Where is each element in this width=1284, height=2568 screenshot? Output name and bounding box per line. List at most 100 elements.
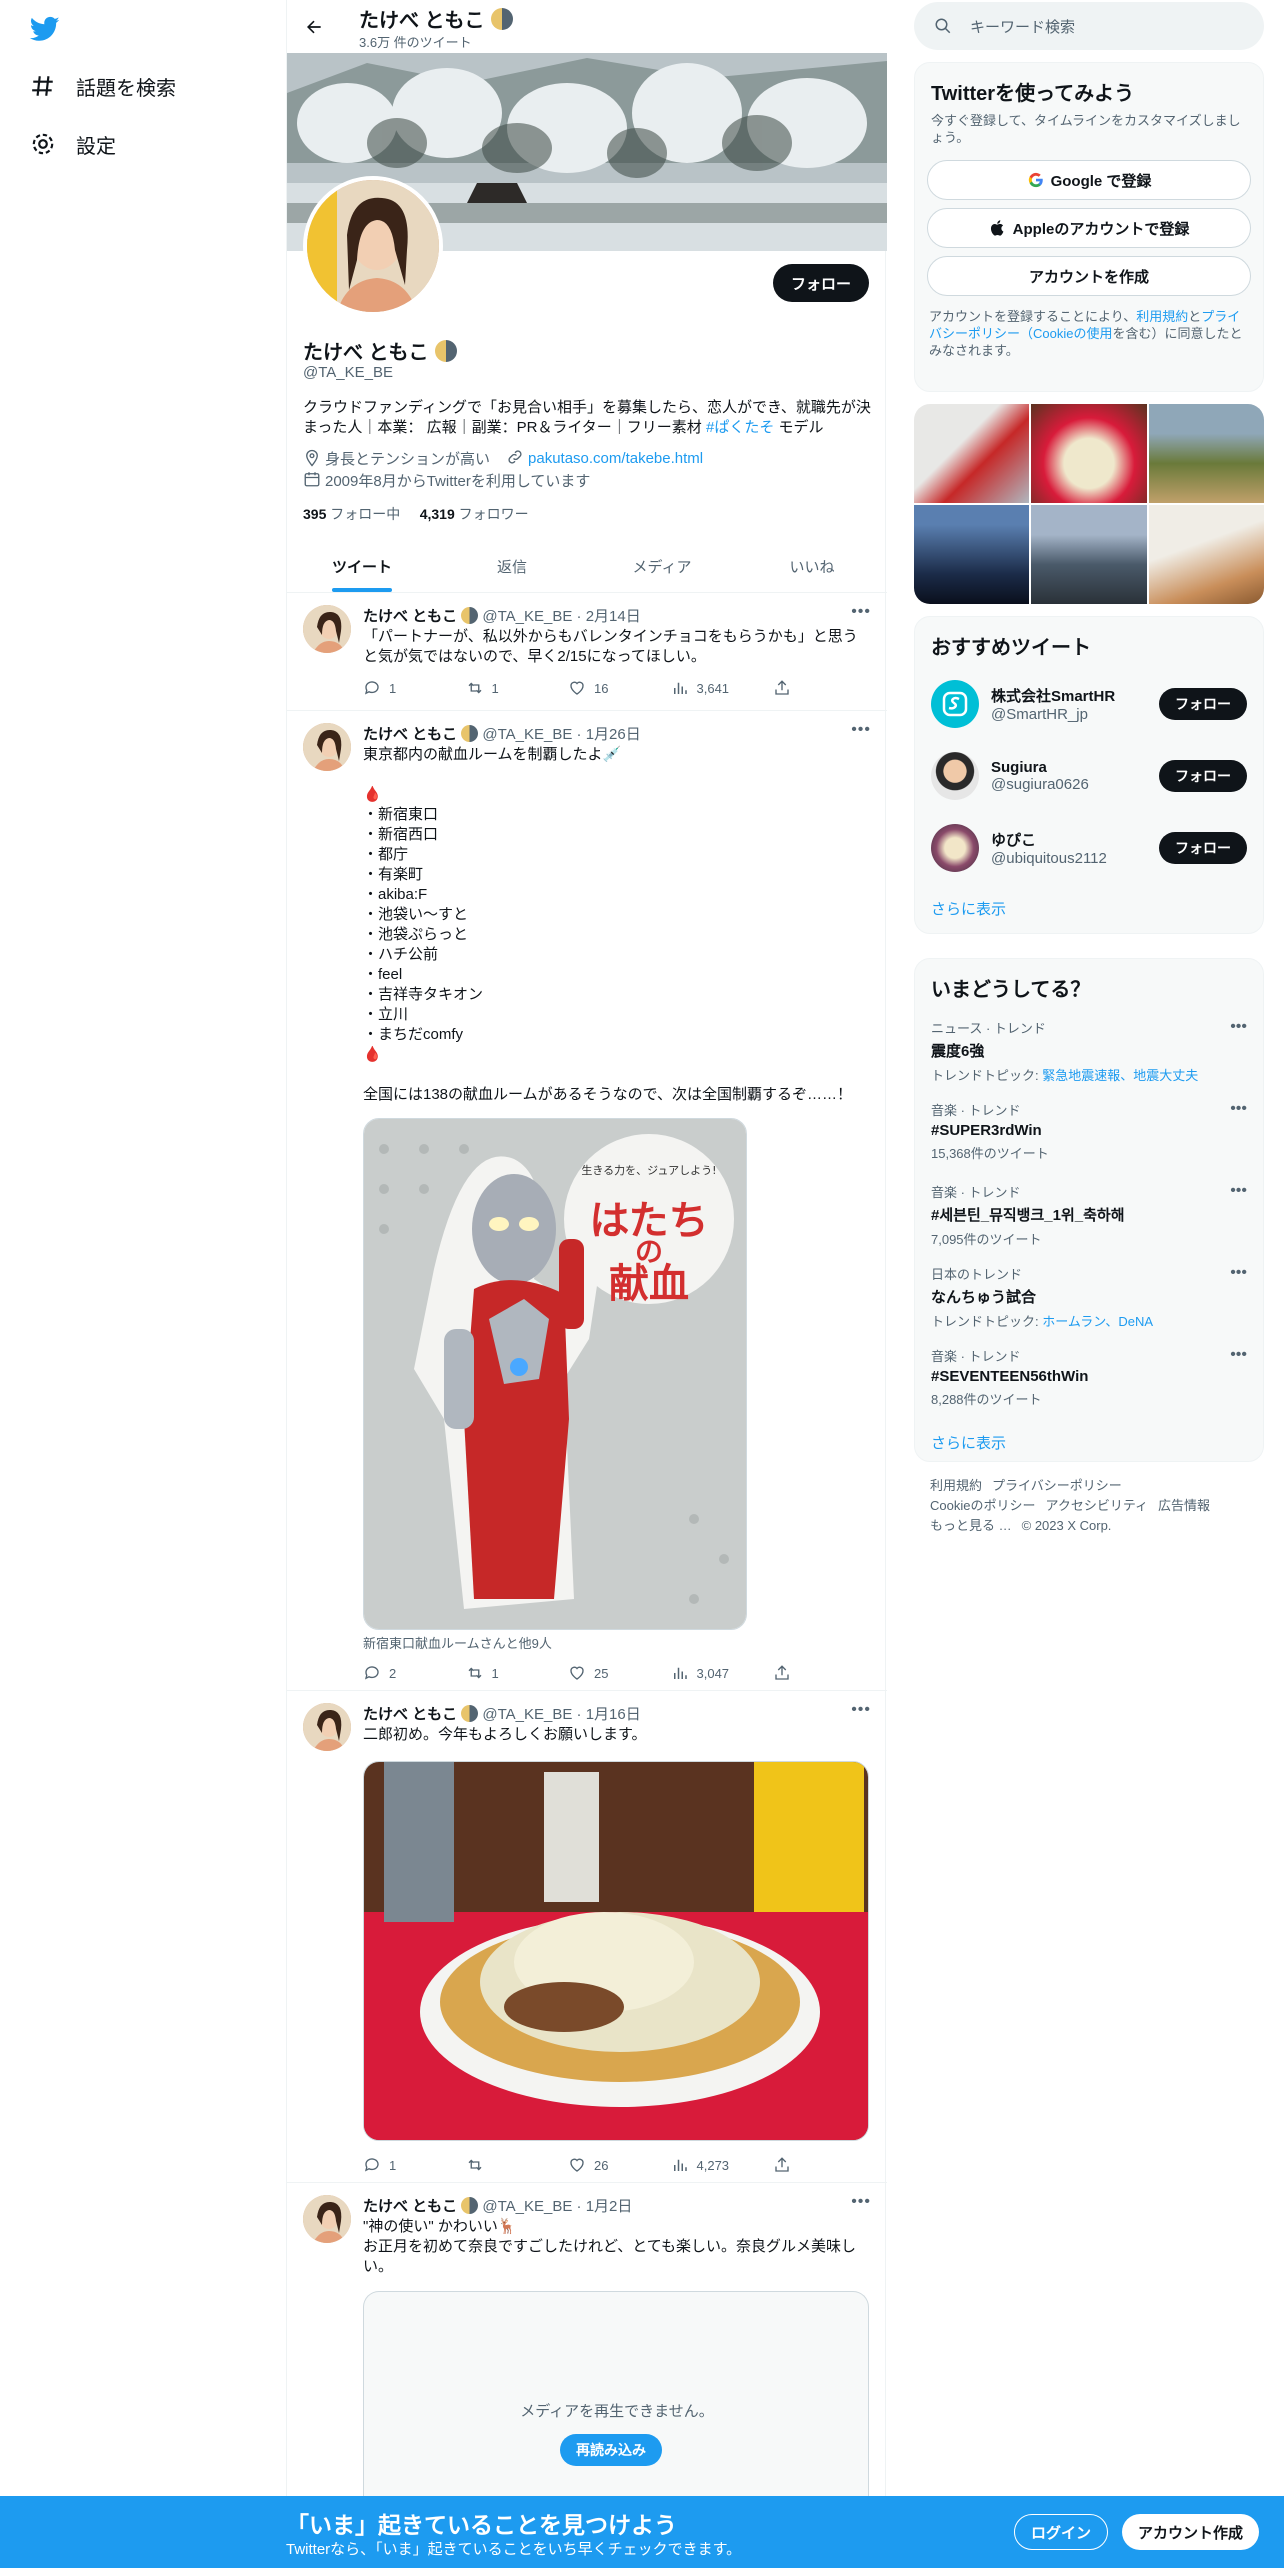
bio-hashtag-link[interactable]: #ぱくたそ xyxy=(706,419,774,436)
recommended-tweets-card: おすすめツイート 株式会社SmartHR @SmartHR_jp フォロー Sug… xyxy=(914,616,1264,934)
footer-link[interactable]: 利用規約 xyxy=(930,1478,982,1493)
share-button[interactable] xyxy=(773,1663,793,1683)
views-button[interactable]: 4,273 xyxy=(671,2155,731,2175)
main-column: たけべ ともこ 3.6万 件のツイート フォロー たけべ ともこ @TA_KE_… xyxy=(286,0,887,2568)
media-thumb-desk[interactable] xyxy=(1148,505,1264,604)
more-options-icon[interactable]: ••• xyxy=(1230,1264,1247,1282)
more-options-icon[interactable]: ••• xyxy=(1230,1018,1247,1036)
share-button[interactable] xyxy=(773,2155,793,2175)
gear-icon xyxy=(32,133,54,155)
tweet[interactable]: たけべ ともこ @TA_KE_BE · 2月14日 ••• 「パートナーが、私以… xyxy=(287,593,887,711)
trend-item[interactable]: ニュース · トレンド 震度6強 トレンドトピック: 緊急地震速報、地震大丈夫 … xyxy=(915,1008,1263,1090)
tweet-avatar[interactable] xyxy=(303,2195,351,2243)
bottom-title: 「いま」起きていることを見つけよう xyxy=(286,2512,677,2538)
follow-button[interactable]: フォロー xyxy=(1159,832,1247,864)
search-input[interactable]: キーワード検索 xyxy=(914,2,1264,50)
recommended-account[interactable]: 株式会社SmartHR @SmartHR_jp フォロー xyxy=(915,668,1263,740)
like-button[interactable]: 26 xyxy=(568,2155,628,2175)
follow-button[interactable]: フォロー xyxy=(772,264,869,302)
retweet-button[interactable]: 1 xyxy=(466,678,526,698)
recommended-account[interactable]: Sugiura @sugiura0626 フォロー xyxy=(915,740,1263,812)
yupiko-avatar xyxy=(931,824,979,872)
more-options-icon[interactable]: ••• xyxy=(1230,1182,1247,1200)
show-more-link[interactable]: さらに表示 xyxy=(915,1418,1263,1467)
tweet-avatar[interactable] xyxy=(303,1703,351,1751)
tweet-avatar[interactable] xyxy=(303,605,351,653)
google-signup-button[interactable]: Google で登録 xyxy=(927,160,1251,200)
tweet-date[interactable]: 2月14日 xyxy=(586,608,641,625)
views-chart-icon xyxy=(673,682,687,694)
views-button[interactable]: 3,047 xyxy=(671,1663,731,1683)
back-arrow-icon[interactable] xyxy=(297,10,331,44)
footer-link[interactable]: アクセシビリティ xyxy=(1045,1498,1148,1513)
tweet-header: たけべ ともこ @TA_KE_BE · 1月26日 xyxy=(363,725,641,743)
image-tag-caption[interactable]: 新宿東口献血ルームさんと他9人 xyxy=(363,1633,552,1652)
more-options-icon[interactable]: ••• xyxy=(851,2193,871,2211)
more-options-icon[interactable]: ••• xyxy=(851,721,871,739)
tweet-header: たけべ ともこ @TA_KE_BE · 1月2日 xyxy=(363,2197,633,2215)
tab-likes[interactable]: いいね xyxy=(737,540,887,592)
location-pin-icon xyxy=(306,449,318,467)
media-thumb-park[interactable] xyxy=(1148,404,1264,503)
trend-item[interactable]: 日本のトレンド なんちゅう試合 トレンドトピック: ホームラン、DeNA ••• xyxy=(915,1254,1263,1336)
follow-button[interactable]: フォロー xyxy=(1159,760,1247,792)
media-thumb-mountain[interactable] xyxy=(1031,505,1147,604)
footer-link[interactable]: もっと見る … xyxy=(930,1518,1012,1533)
trend-item[interactable]: 音楽 · トレンド #SUPER3rdWin 15,368件のツイート ••• xyxy=(915,1090,1263,1172)
tweet-actions: 2 1 25 3,047 xyxy=(363,1663,793,1683)
footer-link[interactable]: Cookieのポリシー xyxy=(930,1498,1035,1513)
profile-avatar[interactable] xyxy=(303,176,443,316)
tweet-date[interactable]: 1月16日 xyxy=(586,1706,641,1723)
show-more-link[interactable]: さらに表示 xyxy=(915,884,1263,933)
half-moon-emoji-icon xyxy=(461,607,479,624)
reply-button[interactable]: 1 xyxy=(363,2155,423,2175)
tweet-date[interactable]: 1月2日 xyxy=(586,2198,633,2215)
trend-item[interactable]: 音楽 · トレンド #SEVENTEEN56thWin 8,288件のツイート … xyxy=(915,1336,1263,1418)
more-options-icon[interactable]: ••• xyxy=(851,603,871,621)
reload-button[interactable]: 再読み込み xyxy=(560,2434,662,2466)
signup-button[interactable]: アカウント作成 xyxy=(1122,2514,1260,2550)
profile-joined: 2009年8月からTwitterを利用しています xyxy=(303,470,590,491)
media-thumb-ultraman[interactable] xyxy=(914,404,1030,503)
followers-link[interactable]: 4,319 フォロワー xyxy=(420,506,529,522)
tab-tweets[interactable]: ツイート xyxy=(287,540,437,592)
tab-replies[interactable]: 返信 xyxy=(437,540,587,592)
login-button[interactable]: ログイン xyxy=(1014,2514,1109,2550)
tweet[interactable]: たけべ ともこ @TA_KE_BE · 1月26日 ••• 東京都内の献血ルーム… xyxy=(287,711,887,1691)
profile-url[interactable]: pakutaso.com/takebe.html xyxy=(506,448,703,469)
like-button[interactable]: 25 xyxy=(568,1663,628,1683)
tweet[interactable]: たけべ ともこ @TA_KE_BE · 1月16日 ••• 二郎初め。今年もよろ… xyxy=(287,1691,887,2183)
tweet-image-ultraman[interactable]: 生きる力を、ジュアしよう! はたち の 献血 xyxy=(363,1118,747,1630)
footer-link[interactable]: 広告情報 xyxy=(1158,1498,1210,1513)
like-button[interactable]: 16 xyxy=(568,678,628,698)
terms-link[interactable]: 利用規約 xyxy=(1136,309,1188,324)
apple-signup-button[interactable]: Appleのアカウントで登録 xyxy=(927,208,1251,248)
more-options-icon[interactable]: ••• xyxy=(1230,1346,1247,1364)
tweet-avatar[interactable] xyxy=(303,723,351,771)
profile-bio: クラウドファンディングで「お見合い相手」を募集したら、恋人ができ、就職先が決まっ… xyxy=(303,399,871,436)
retweet-button[interactable] xyxy=(466,2155,526,2175)
tweet-header: たけべ ともこ @TA_KE_BE · 2月14日 xyxy=(363,607,641,625)
trend-item[interactable]: 音楽 · トレンド #세븐틴_뮤직뱅크_1위_축하해 7,095件のツイート •… xyxy=(915,1172,1263,1254)
tweet-date[interactable]: 1月26日 xyxy=(586,726,641,743)
share-button[interactable] xyxy=(773,678,793,698)
retweet-button[interactable]: 1 xyxy=(466,1663,526,1683)
twitter-logo-icon[interactable] xyxy=(28,14,62,44)
footer-link[interactable]: プライバシーポリシー xyxy=(992,1478,1122,1493)
media-thumb-ramen[interactable] xyxy=(1031,404,1147,503)
nav-explore[interactable]: 話題を検索 xyxy=(30,64,176,108)
more-options-icon[interactable]: ••• xyxy=(1230,1100,1247,1118)
reply-button[interactable]: 2 xyxy=(363,1663,423,1683)
follow-button[interactable]: フォロー xyxy=(1159,688,1247,720)
nav-settings[interactable]: 設定 xyxy=(30,122,116,166)
reply-button[interactable]: 1 xyxy=(363,678,423,698)
recommended-account[interactable]: ゆぴこ @ubiquitous2112 フォロー xyxy=(915,812,1263,884)
media-thumb-night-sky[interactable] xyxy=(914,505,1030,604)
tweet-image-ramen[interactable] xyxy=(363,1761,869,2141)
tab-media[interactable]: メディア xyxy=(587,540,737,592)
following-link[interactable]: 395 フォロー中 xyxy=(303,506,400,522)
share-icon xyxy=(775,2157,789,2172)
create-account-button[interactable]: アカウントを作成 xyxy=(927,256,1251,296)
views-button[interactable]: 3,641 xyxy=(671,678,731,698)
more-options-icon[interactable]: ••• xyxy=(851,1701,871,1719)
